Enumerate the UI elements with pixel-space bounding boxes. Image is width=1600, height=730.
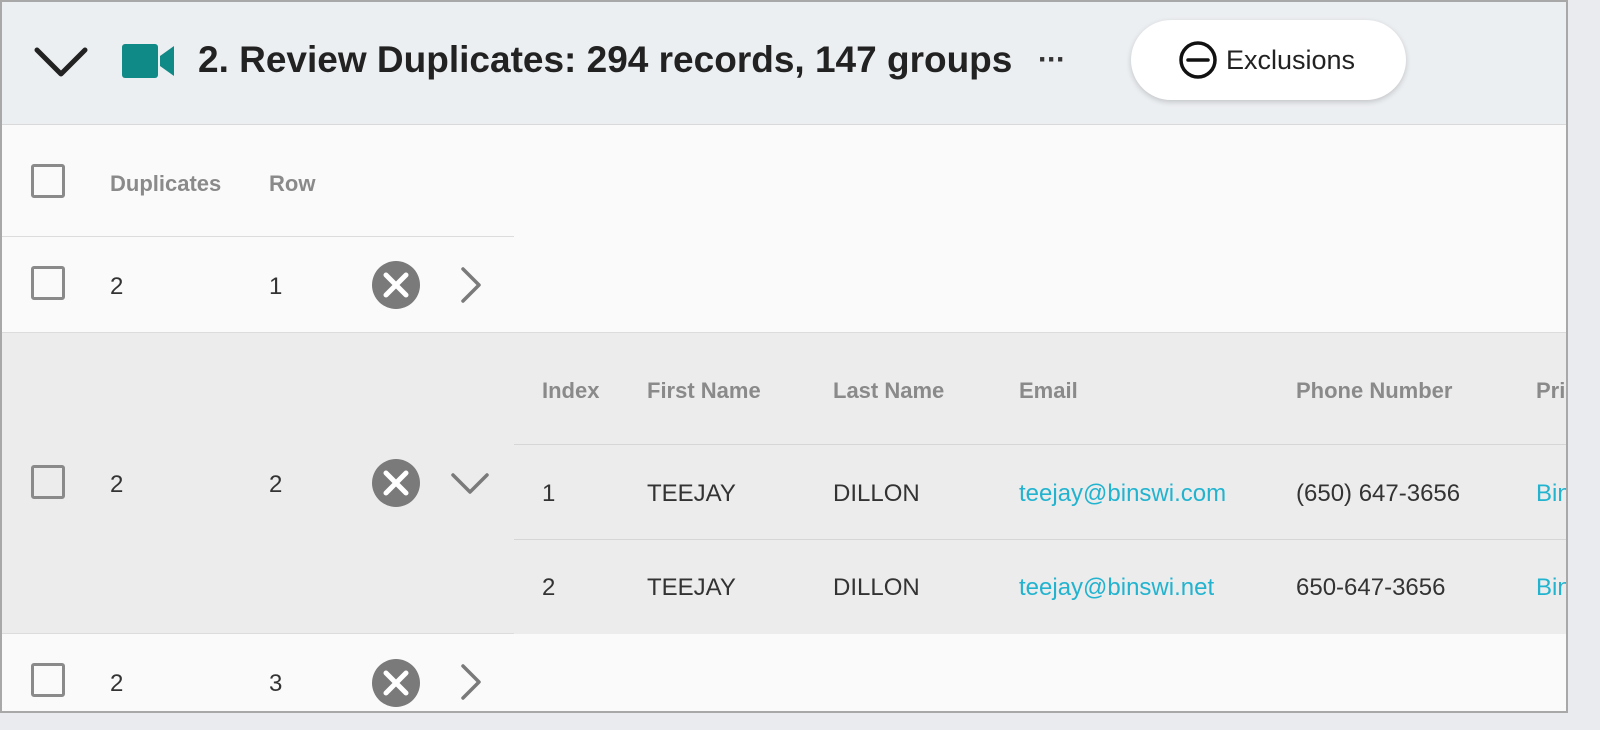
- column-header-email: Email: [1019, 378, 1078, 403]
- row-number: 3: [269, 670, 283, 697]
- column-header-duplicates: Duplicates: [110, 171, 222, 196]
- record-email-link[interactable]: teejay@binswi.com: [1019, 480, 1226, 508]
- column-header-phone-number: Phone Number: [1296, 378, 1453, 403]
- duplicates-count: 2: [110, 273, 124, 300]
- record-pri-link[interactable]: Bin: [1536, 574, 1566, 602]
- duplicates-count: 2: [110, 670, 124, 697]
- exclusions-label: Exclusions: [1225, 44, 1356, 75]
- video-camera-icon: [122, 44, 174, 78]
- row-checkbox[interactable]: [31, 266, 65, 300]
- exclusions-button[interactable]: Exclusions: [1131, 20, 1406, 100]
- record-first-name: TEEJAY: [647, 480, 736, 507]
- divider: [514, 539, 1566, 540]
- record-first-name: TEEJAY: [647, 574, 736, 601]
- record-last-name: DILLON: [833, 574, 920, 601]
- record-last-name: DILLON: [833, 480, 920, 507]
- divider: [2, 236, 514, 237]
- minus-circle-icon: [1179, 41, 1217, 79]
- expanded-group-panel: 2 2 Index First Name Last Name Email Pho…: [2, 333, 1566, 634]
- row-checkbox[interactable]: [31, 663, 65, 697]
- duplicates-panel: 2. Review Duplicates: 294 records, 147 g…: [0, 0, 1568, 713]
- remove-group-icon[interactable]: [371, 658, 421, 708]
- column-header-row: Row: [269, 171, 316, 196]
- more-options-button[interactable]: ···: [1038, 40, 1066, 80]
- record-pri-link[interactable]: Bin: [1536, 480, 1566, 508]
- chevron-down-icon[interactable]: [32, 42, 90, 80]
- column-header-last-name: Last Name: [833, 378, 945, 403]
- record-phone: (650) 647-3656: [1296, 480, 1461, 507]
- divider: [2, 633, 514, 634]
- duplicates-count: 2: [110, 471, 124, 498]
- chevron-down-icon[interactable]: [450, 463, 490, 503]
- chevron-right-icon[interactable]: [450, 662, 490, 702]
- step-header: 2. Review Duplicates: 294 records, 147 g…: [2, 2, 1566, 125]
- record-phone: 650-647-3656: [1296, 574, 1446, 601]
- record-email-link[interactable]: teejay@binswi.net: [1019, 574, 1214, 602]
- divider: [514, 444, 1566, 445]
- remove-group-icon[interactable]: [371, 260, 421, 310]
- record-index: 2: [542, 574, 556, 601]
- record-index: 1: [542, 480, 556, 507]
- row-number: 1: [269, 273, 283, 300]
- chevron-right-icon[interactable]: [450, 265, 490, 305]
- column-header-first-name: First Name: [647, 378, 761, 403]
- step-title: 2. Review Duplicates: 294 records, 147 g…: [198, 39, 1013, 80]
- column-header-index: Index: [542, 378, 600, 403]
- select-all-checkbox[interactable]: [31, 164, 65, 198]
- column-header-pri: Pri: [1536, 378, 1566, 403]
- remove-group-icon[interactable]: [371, 458, 421, 508]
- row-checkbox[interactable]: [31, 465, 65, 499]
- row-number: 2: [269, 471, 283, 498]
